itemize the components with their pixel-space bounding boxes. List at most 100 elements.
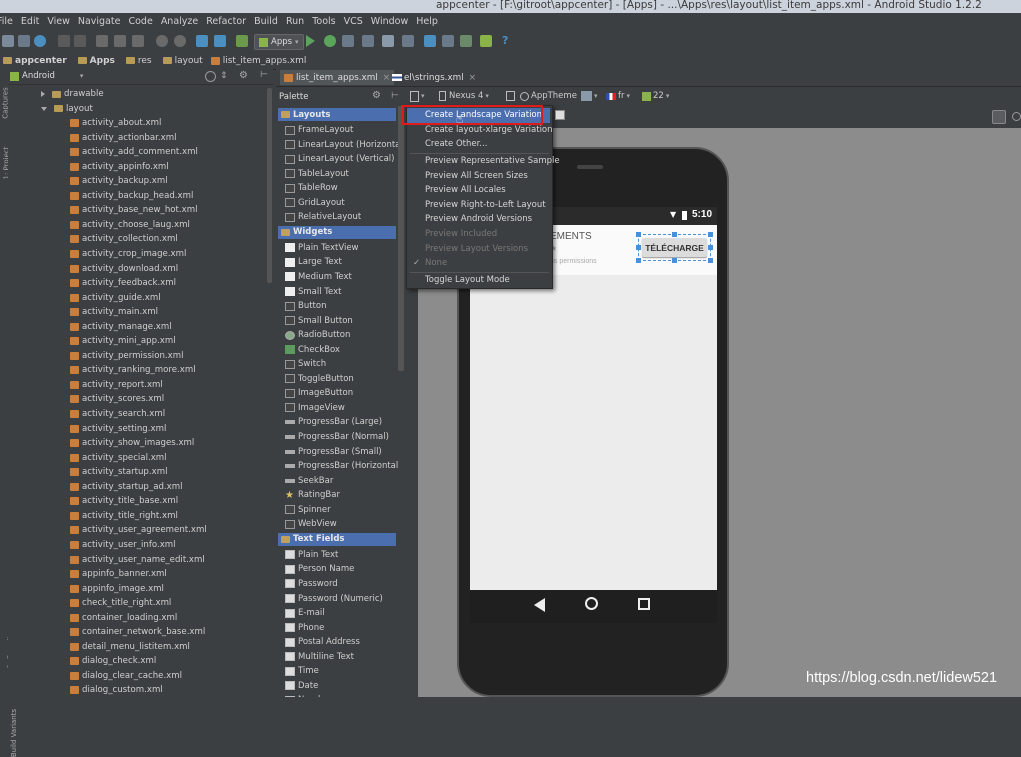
menu-navigate[interactable]: Navigate bbox=[78, 16, 121, 27]
breadcrumb-item[interactable]: Apps bbox=[75, 56, 115, 66]
palette-item[interactable]: Switch bbox=[285, 357, 326, 371]
palette-item[interactable]: SeekBar bbox=[285, 474, 333, 488]
menu-window[interactable]: Window bbox=[371, 16, 408, 27]
palette-item[interactable]: ImageButton bbox=[285, 386, 353, 400]
palette-item[interactable]: FrameLayout bbox=[285, 123, 353, 137]
palette-item[interactable]: TableLayout bbox=[285, 167, 349, 181]
menu-view[interactable]: View bbox=[47, 16, 70, 27]
tree-file[interactable]: activity_feedback.xml bbox=[70, 276, 176, 290]
tree-file[interactable]: dialog_check.xml bbox=[70, 654, 156, 668]
palette-item[interactable]: Button bbox=[285, 299, 326, 313]
tree-file[interactable]: activity_search.xml bbox=[70, 407, 165, 421]
menu-edit[interactable]: Edit bbox=[21, 16, 39, 27]
resize-handle[interactable] bbox=[636, 258, 641, 263]
tree-file[interactable]: activity_user_name_edit.xml bbox=[70, 553, 205, 567]
tree-folder-drawable[interactable]: drawable bbox=[41, 87, 104, 101]
palette-item[interactable]: Date bbox=[285, 679, 318, 693]
palette-item[interactable]: ★ RatingBar bbox=[285, 488, 340, 502]
tree-file[interactable]: detail_menu_listitem.xml bbox=[70, 640, 190, 654]
tree-file[interactable]: activity_add_comment.xml bbox=[70, 145, 198, 159]
palette-item[interactable]: TableRow bbox=[285, 181, 338, 195]
menu-code[interactable]: Code bbox=[128, 16, 152, 27]
tree-file[interactable]: dialog_custom.xml bbox=[70, 683, 163, 697]
tree-file[interactable]: activity_appinfo.xml bbox=[70, 160, 169, 174]
open-icon[interactable] bbox=[2, 35, 14, 47]
device-select[interactable]: Nexus 4 ▾ bbox=[439, 91, 489, 101]
run-icon[interactable] bbox=[306, 35, 315, 47]
project-structure-icon[interactable] bbox=[402, 35, 414, 47]
menu-help[interactable]: Help bbox=[416, 16, 438, 27]
run-config-select[interactable]: Apps ▾ bbox=[254, 34, 304, 50]
palette-item[interactable]: ProgressBar (Small) bbox=[285, 445, 382, 459]
palette-item[interactable]: Multiline Text bbox=[285, 650, 354, 664]
breadcrumb-item[interactable]: appcenter bbox=[0, 56, 67, 66]
api-select[interactable]: 22 ▾ bbox=[642, 91, 669, 101]
debug-icon[interactable] bbox=[324, 35, 336, 47]
tree-file[interactable]: activity_backup.xml bbox=[70, 174, 168, 188]
menu-vcs[interactable]: VCS bbox=[344, 16, 363, 27]
tree-file[interactable]: activity_startup_ad.xml bbox=[70, 480, 183, 494]
menu-tools[interactable]: Tools bbox=[312, 16, 335, 27]
palette-item[interactable]: LinearLayout (Horizontal) bbox=[285, 138, 398, 152]
hide-panel-icon[interactable]: ⊢ bbox=[391, 91, 399, 101]
palette-item[interactable]: Phone bbox=[285, 621, 324, 635]
android-monitor-icon[interactable] bbox=[480, 35, 492, 47]
palette-section-layouts[interactable]: Layouts bbox=[278, 108, 396, 121]
help-icon[interactable]: ? bbox=[502, 35, 514, 47]
palette-item[interactable]: RadioButton bbox=[285, 328, 350, 342]
resize-handle[interactable] bbox=[672, 258, 677, 263]
gear-icon[interactable]: ⚙ bbox=[239, 70, 248, 81]
tree-file[interactable]: container_network_base.xml bbox=[70, 625, 205, 639]
palette-item[interactable]: Password (Numeric) bbox=[285, 592, 383, 606]
close-icon[interactable]: × bbox=[469, 73, 476, 83]
theme-select[interactable]: AppTheme bbox=[520, 91, 577, 101]
tree-file[interactable]: activity_choose_laug.xml bbox=[70, 218, 190, 232]
tab-strings[interactable]: el\strings.xml × bbox=[388, 70, 480, 85]
save-icon[interactable] bbox=[18, 35, 30, 47]
palette-item[interactable]: RelativeLayout bbox=[285, 210, 361, 224]
zoom-icon[interactable] bbox=[992, 110, 1006, 124]
tree-file[interactable]: activity_show_images.xml bbox=[70, 436, 194, 450]
zoom-actual-icon[interactable] bbox=[1012, 112, 1021, 121]
tree-file[interactable]: activity_crop_image.xml bbox=[70, 247, 186, 261]
tree-file[interactable]: activity_special.xml bbox=[70, 451, 167, 465]
sync-icon[interactable] bbox=[34, 35, 46, 47]
palette-item[interactable]: Number bbox=[285, 693, 332, 697]
resize-handle[interactable] bbox=[708, 258, 713, 263]
tree-file[interactable]: activity_download.xml bbox=[70, 262, 178, 276]
palette-item[interactable]: Password bbox=[285, 577, 338, 591]
paste-icon[interactable] bbox=[132, 35, 144, 47]
tree-file[interactable]: activity_scores.xml bbox=[70, 392, 164, 406]
palette-item[interactable]: Small Text bbox=[285, 285, 342, 299]
menu-file[interactable]: File bbox=[0, 16, 13, 27]
cut-icon[interactable] bbox=[96, 35, 108, 47]
sync-gradle-icon[interactable] bbox=[424, 35, 436, 47]
breadcrumb-item[interactable]: layout bbox=[160, 56, 203, 66]
palette-item[interactable]: ProgressBar (Horizontal) bbox=[285, 459, 398, 473]
avd-manager-icon[interactable] bbox=[442, 35, 454, 47]
tree-file[interactable]: activity_backup_head.xml bbox=[70, 189, 193, 203]
resize-handle[interactable] bbox=[708, 245, 713, 250]
attach-debugger-icon[interactable] bbox=[342, 35, 354, 47]
find-icon[interactable] bbox=[156, 35, 168, 47]
breadcrumb-item[interactable]: res bbox=[123, 56, 152, 66]
gear-icon[interactable]: ⚙ bbox=[372, 90, 381, 101]
button-selection-box[interactable]: TÉLÉCHARGE bbox=[636, 232, 713, 263]
menu-build[interactable]: Build bbox=[254, 16, 278, 27]
palette-item[interactable]: Plain TextView bbox=[285, 241, 359, 255]
palette-item[interactable]: Person Name bbox=[285, 562, 354, 576]
tree-file[interactable]: activity_main.xml bbox=[70, 305, 158, 319]
resize-handle[interactable] bbox=[636, 232, 641, 237]
palette-item[interactable]: Small Button bbox=[285, 314, 353, 328]
project-scrollbar[interactable] bbox=[267, 88, 272, 283]
hide-panel-icon[interactable]: ⊢ bbox=[260, 70, 268, 80]
palette-item[interactable]: LinearLayout (Vertical) bbox=[285, 152, 394, 166]
tree-file[interactable]: container_loading.xml bbox=[70, 611, 177, 625]
activity-icon[interactable] bbox=[581, 91, 592, 101]
tree-file[interactable]: activity_permission.xml bbox=[70, 349, 183, 363]
tree-file[interactable]: activity_mini_app.xml bbox=[70, 334, 176, 348]
tree-folder-layout[interactable]: layout bbox=[41, 102, 93, 116]
tree-file[interactable]: dialog_clear_cache.xml bbox=[70, 669, 182, 683]
tree-file[interactable]: activity_user_info.xml bbox=[70, 538, 176, 552]
tree-file[interactable]: activity_manage.xml bbox=[70, 320, 172, 334]
